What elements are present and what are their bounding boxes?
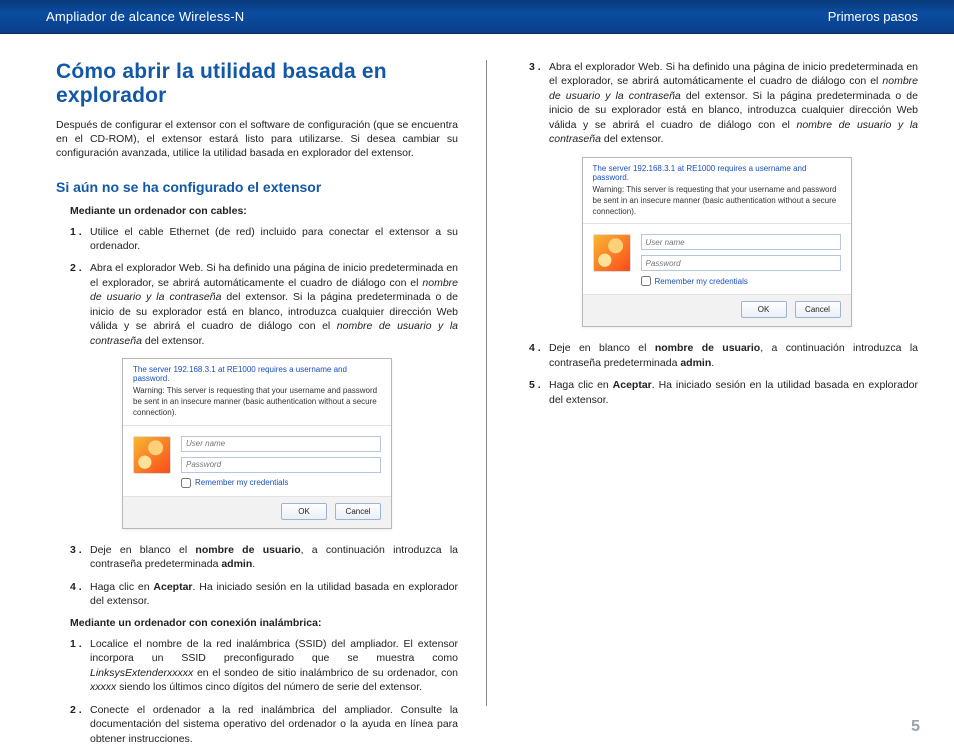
step-text: Deje en blanco el nombre de usuario, a c… <box>549 341 918 370</box>
step-text: Conecte el ordenador a la red inalámbric… <box>90 703 458 746</box>
dialog-title: The server 192.168.3.1 at RE1000 require… <box>123 359 391 386</box>
auth-dialog: The server 192.168.3.1 at RE1000 require… <box>582 157 852 327</box>
list-item: 2 .Conecte el ordenador a la red inalámb… <box>70 703 458 746</box>
list-item: 3 .Deje en blanco el nombre de usuario, … <box>70 543 458 572</box>
remember-checkbox[interactable]: Remember my credentials <box>181 478 381 488</box>
page-body: Cómo abrir la utilidad basada en explora… <box>0 34 954 716</box>
login-dialog-figure: The server 192.168.3.1 at RE1000 require… <box>56 358 458 528</box>
step-number: 5 . <box>529 378 549 407</box>
wired-heading: Mediante un ordenador con cables: <box>70 205 458 217</box>
intro-text: Después de configurar el extensor con el… <box>56 118 458 161</box>
step-number: 2 . <box>70 703 90 746</box>
wired-steps-cont: 3 .Deje en blanco el nombre de usuario, … <box>56 543 458 609</box>
step-number: 3 . <box>70 543 90 572</box>
dialog-title: The server 192.168.3.1 at RE1000 require… <box>583 158 851 185</box>
step-number: 4 . <box>529 341 549 370</box>
username-field[interactable] <box>181 436 381 452</box>
login-dialog-figure-2: The server 192.168.3.1 at RE1000 require… <box>515 157 918 327</box>
step-text: Haga clic en Aceptar. Ha iniciado sesión… <box>549 378 918 407</box>
list-item: 5 .Haga clic en Aceptar. Ha iniciado ses… <box>529 378 918 407</box>
wireless-steps: 1 .Localice el nombre de la red inalámbr… <box>56 637 458 746</box>
wireless-heading: Mediante un ordenador con conexión inalá… <box>70 617 458 629</box>
cancel-button[interactable]: Cancel <box>795 301 841 318</box>
password-field[interactable] <box>641 255 841 271</box>
step-number: 1 . <box>70 637 90 695</box>
step-text: Utilice el cable Ethernet (de red) inclu… <box>90 225 458 254</box>
step-text: Deje en blanco el nombre de usuario, a c… <box>90 543 458 572</box>
page-number: 5 <box>911 718 920 736</box>
right-steps: 3 .Abra el explorador Web. Si ha definid… <box>515 60 918 147</box>
step-text: Haga clic en Aceptar. Ha iniciado sesión… <box>90 580 458 609</box>
step-number: 3 . <box>529 60 549 147</box>
step-text: Abra el explorador Web. Si ha definido u… <box>90 261 458 348</box>
header-bar: Ampliador de alcance Wireless-N Primeros… <box>0 0 954 34</box>
ok-button[interactable]: OK <box>741 301 787 318</box>
list-item: 1 .Utilice el cable Ethernet (de red) in… <box>70 225 458 254</box>
list-item: 3 .Abra el explorador Web. Si ha definid… <box>529 60 918 147</box>
list-item: 1 .Localice el nombre de la red inalámbr… <box>70 637 458 695</box>
ok-button[interactable]: OK <box>281 503 327 520</box>
subheading: Si aún no se ha configurado el extensor <box>56 179 458 195</box>
list-item: 4 .Haga clic en Aceptar. Ha iniciado ses… <box>70 580 458 609</box>
username-field[interactable] <box>641 234 841 250</box>
step-number: 2 . <box>70 261 90 348</box>
header-right: Primeros pasos <box>828 9 918 24</box>
right-steps-cont: 4 .Deje en blanco el nombre de usuario, … <box>515 341 918 407</box>
key-icon <box>593 234 631 272</box>
page-title: Cómo abrir la utilidad basada en explora… <box>56 60 458 108</box>
auth-dialog: The server 192.168.3.1 at RE1000 require… <box>122 358 392 528</box>
header-left: Ampliador de alcance Wireless-N <box>46 9 244 24</box>
password-field[interactable] <box>181 457 381 473</box>
step-text: Localice el nombre de la red inalámbrica… <box>90 637 458 695</box>
column-right: 3 .Abra el explorador Web. Si ha definid… <box>487 60 918 706</box>
column-left: Cómo abrir la utilidad basada en explora… <box>56 60 487 706</box>
step-text: Abra el explorador Web. Si ha definido u… <box>549 60 918 147</box>
cancel-button[interactable]: Cancel <box>335 503 381 520</box>
list-item: 2 .Abra el explorador Web. Si ha definid… <box>70 261 458 348</box>
step-number: 1 . <box>70 225 90 254</box>
wired-steps: 1 .Utilice el cable Ethernet (de red) in… <box>56 225 458 349</box>
step-number: 4 . <box>70 580 90 609</box>
key-icon <box>133 436 171 474</box>
remember-checkbox[interactable]: Remember my credentials <box>641 276 841 286</box>
dialog-warning: Warning: This server is requesting that … <box>123 386 391 425</box>
list-item: 4 .Deje en blanco el nombre de usuario, … <box>529 341 918 370</box>
dialog-warning: Warning: This server is requesting that … <box>583 185 851 224</box>
